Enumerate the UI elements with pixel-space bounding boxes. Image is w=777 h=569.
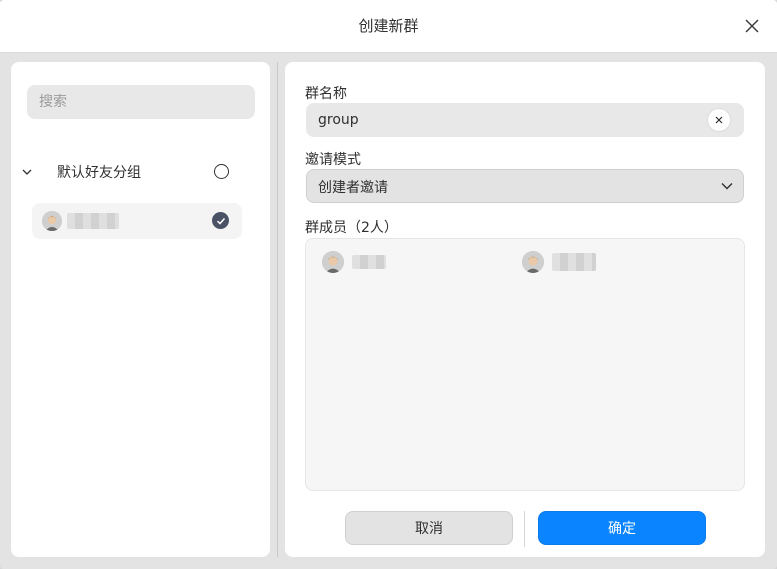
- group-label: 默认好友分组: [57, 165, 141, 181]
- members-label: 群成员（2人）: [305, 220, 398, 236]
- clear-icon: [715, 116, 723, 124]
- confirm-button[interactable]: 确定: [538, 511, 706, 545]
- search-input[interactable]: [27, 85, 255, 119]
- chevron-down-icon: [721, 183, 733, 190]
- friend-name-blurred: [67, 213, 119, 229]
- friend-picker-panel: 默认好友分组: [11, 62, 270, 557]
- avatar: [522, 251, 544, 273]
- friend-list-item[interactable]: [32, 203, 242, 239]
- member-item: [322, 251, 442, 273]
- invite-mode-value: 创建者邀请: [318, 180, 388, 196]
- title-bar: 创建新群: [0, 0, 777, 53]
- group-settings-panel: 群名称 邀请模式 创建者邀请 群成员（2人）: [285, 62, 765, 557]
- create-group-dialog: 创建新群 默认好友分组: [0, 0, 777, 569]
- group-name-input[interactable]: [306, 103, 706, 137]
- friend-group-row[interactable]: 默认好友分组: [21, 158, 251, 188]
- invite-mode-label: 邀请模式: [305, 152, 361, 168]
- group-name-field: [306, 103, 744, 137]
- close-button[interactable]: [739, 13, 765, 39]
- invite-mode-select[interactable]: 创建者邀请: [306, 169, 744, 203]
- panel-divider: [277, 62, 278, 557]
- member-name-blurred: [352, 255, 386, 269]
- chevron-down-icon[interactable]: [21, 166, 33, 178]
- close-icon: [745, 19, 759, 33]
- dialog-title: 创建新群: [358, 17, 419, 35]
- group-name-label: 群名称: [305, 86, 347, 102]
- cancel-button[interactable]: 取消: [345, 511, 513, 545]
- avatar: [42, 211, 62, 231]
- member-name-blurred: [552, 253, 596, 271]
- clear-input-button[interactable]: [707, 108, 731, 132]
- members-list: [305, 238, 745, 491]
- checkmark-icon[interactable]: [212, 212, 229, 229]
- group-select-radio[interactable]: [214, 164, 229, 179]
- button-divider: [524, 511, 525, 547]
- member-item: [522, 251, 642, 273]
- avatar: [322, 251, 344, 273]
